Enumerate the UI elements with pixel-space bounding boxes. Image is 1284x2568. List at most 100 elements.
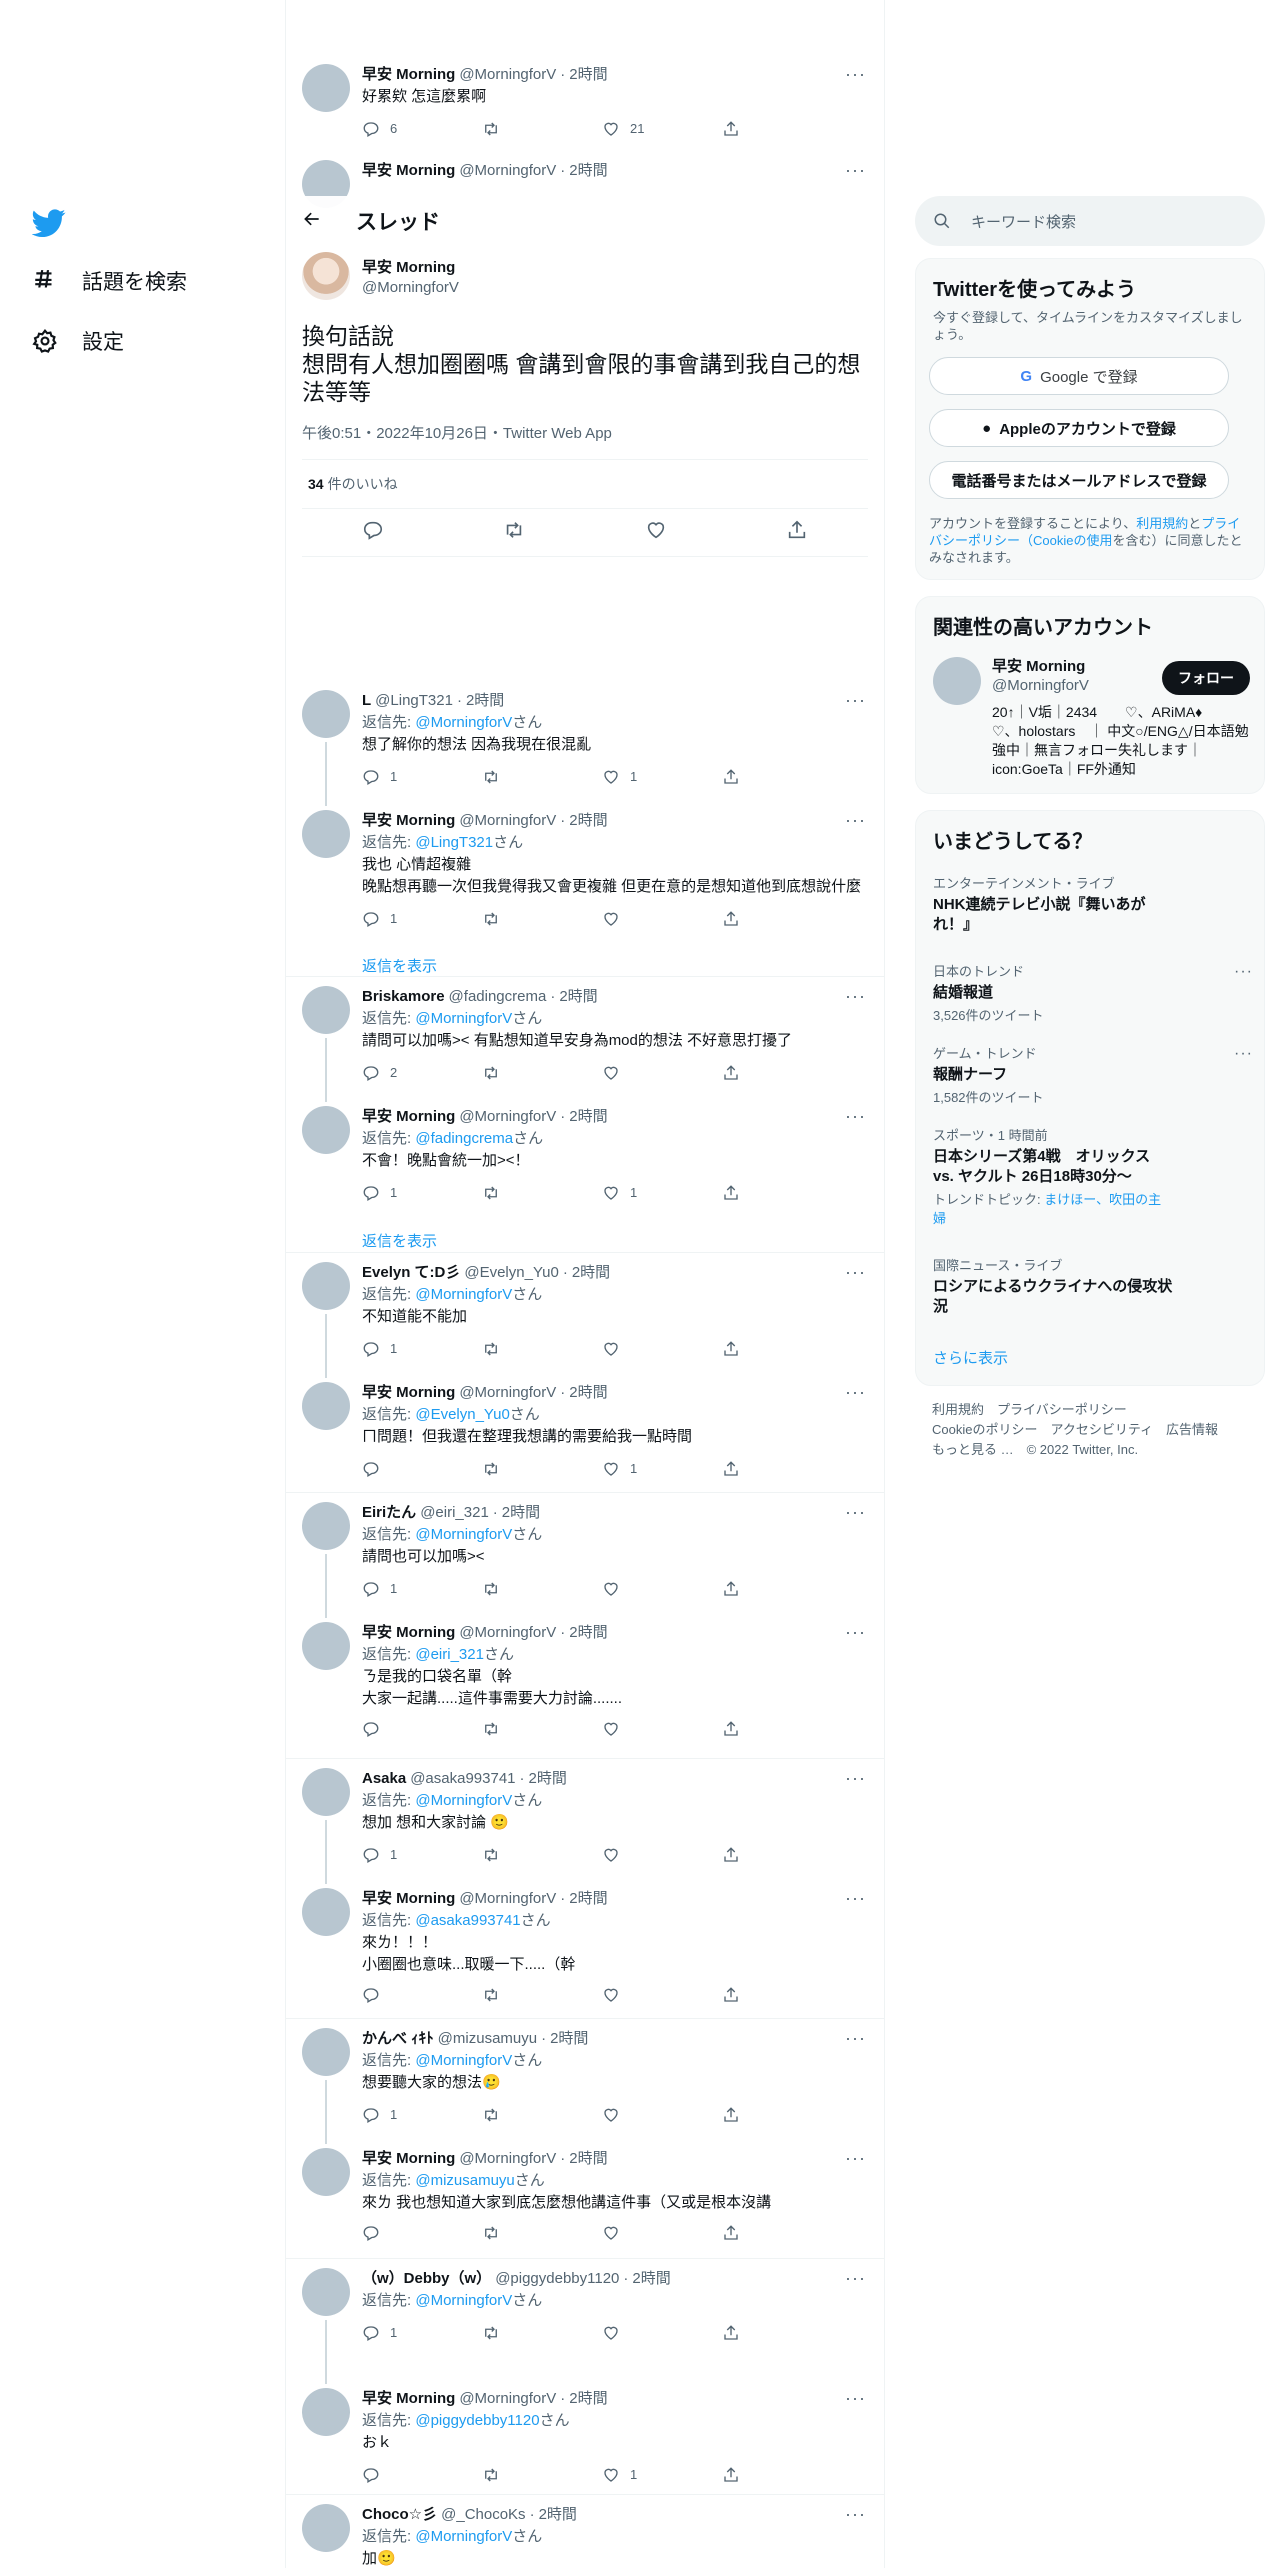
retweet-button[interactable] xyxy=(482,1062,542,1084)
retweet-button[interactable] xyxy=(482,1720,542,1738)
more-options-icon[interactable]: ··· xyxy=(845,1768,866,1789)
replying-to-handle[interactable]: @MorningforV xyxy=(415,1286,512,1303)
share-button[interactable] xyxy=(722,2224,782,2242)
reply-button[interactable]: 1 xyxy=(362,1578,422,1600)
avatar[interactable] xyxy=(302,2268,350,2316)
tweet-time[interactable]: 2時間 xyxy=(539,2504,577,2526)
share-icon[interactable] xyxy=(786,519,808,546)
author-handle[interactable]: @_ChocoKs xyxy=(441,2504,525,2526)
avatar[interactable] xyxy=(302,690,350,738)
replying-to-handle[interactable]: @eiri_321 xyxy=(415,1646,484,1663)
author-handle[interactable]: @eiri_321 xyxy=(420,1502,489,1524)
author-handle[interactable]: @MorningforV xyxy=(459,1888,556,1910)
reply-button[interactable]: 1 xyxy=(362,908,422,930)
reply-tweet[interactable]: ··· 早安 Morning @MorningforV · 2時間 返信先: @asaka… xyxy=(286,1888,884,2004)
account-handle[interactable]: @MorningforV xyxy=(992,676,1089,695)
more-options-icon[interactable]: ··· xyxy=(845,810,866,831)
retweet-button[interactable] xyxy=(482,1578,542,1600)
footer-line[interactable]: もっと見る … © 2022 Twitter, Inc. xyxy=(932,1440,1252,1460)
reply-tweet[interactable]: ··· （w）Debby（w） @piggydebby1120 · 2時間 返信先: @M… xyxy=(286,2268,884,2344)
google-signup-button[interactable]: G Google で登録 xyxy=(929,357,1229,395)
replying-to-handle[interactable]: @MorningforV xyxy=(415,1010,512,1027)
like-button[interactable]: 1 xyxy=(602,1458,662,1480)
author-handle[interactable]: @MorningforV xyxy=(362,278,459,298)
avatar[interactable] xyxy=(933,657,981,705)
replying-to-handle[interactable]: @Evelyn_Yu0 xyxy=(415,1406,509,1423)
reply-tweet[interactable]: ··· 早安 Morning @MorningforV · 2時間 返信先: @eiri_… xyxy=(286,1622,884,1738)
more-options-icon[interactable]: ··· xyxy=(1234,1045,1253,1063)
like-button[interactable] xyxy=(602,1844,662,1866)
author-name[interactable]: Evelyn て:D彡 xyxy=(362,1262,460,1284)
trend-item[interactable]: ··· ゲーム・トレンド 報酬ナーフ 1,582件のツイート xyxy=(933,1043,1253,1106)
more-options-icon[interactable]: ··· xyxy=(845,690,866,711)
avatar[interactable] xyxy=(302,986,350,1034)
author-handle[interactable]: @MorningforV xyxy=(459,2148,556,2170)
author-name[interactable]: 早安 Morning xyxy=(362,810,455,832)
tweet-time[interactable]: 2時間 xyxy=(569,160,607,182)
reply-button[interactable] xyxy=(362,2224,422,2242)
reply-button[interactable]: 1 xyxy=(362,1844,422,1866)
more-options-icon[interactable]: ··· xyxy=(845,1382,866,1403)
retweet-button[interactable] xyxy=(482,766,542,788)
reply-icon[interactable] xyxy=(362,519,384,546)
tweet-time[interactable]: 2時間 xyxy=(569,64,607,86)
share-button[interactable] xyxy=(722,1458,782,1480)
reply-button[interactable] xyxy=(362,1720,422,1738)
like-button[interactable]: 1 xyxy=(602,766,662,788)
reply-button[interactable] xyxy=(362,1986,422,2004)
trend-item[interactable]: ··· 日本のトレンド 結婚報道 3,526件のツイート xyxy=(933,961,1253,1024)
replying-to-handle[interactable]: @LingT321 xyxy=(415,834,493,851)
author-name[interactable]: 早安 Morning xyxy=(362,160,455,182)
author-handle[interactable]: @MorningforV xyxy=(459,1382,556,1404)
share-button[interactable] xyxy=(722,1986,782,2004)
share-button[interactable] xyxy=(722,1844,782,1866)
replying-to-handle[interactable]: @fadingcrema xyxy=(415,1130,513,1147)
share-button[interactable] xyxy=(722,1338,782,1360)
tweet-time[interactable]: 2時間 xyxy=(569,1888,607,1910)
retweet-button[interactable] xyxy=(482,118,542,140)
search-input[interactable]: キーワード検索 xyxy=(971,211,1076,232)
like-button[interactable] xyxy=(602,1720,662,1738)
reply-tweet[interactable]: ··· 早安 Morning @MorningforV · 2時間 返信先: @fadin… xyxy=(286,1106,884,1204)
author-handle[interactable]: @LingT321 xyxy=(375,690,453,712)
author-name[interactable]: Choco☆彡 xyxy=(362,2504,437,2526)
author-name[interactable]: 早安 Morning xyxy=(362,1888,455,1910)
like-button[interactable] xyxy=(602,908,662,930)
twitter-logo-icon[interactable] xyxy=(31,206,66,240)
retweet-button[interactable] xyxy=(482,1986,542,2004)
reply-tweet[interactable]: ··· L @LingT321 · 2時間 返信先: @MorningforVさん 想了解你… xyxy=(286,690,884,788)
reply-button[interactable]: 1 xyxy=(362,1338,422,1360)
author-name[interactable]: Eiriたん xyxy=(362,1502,416,1524)
retweet-icon[interactable] xyxy=(503,519,525,546)
tweet-metadata[interactable]: 午後0:51・2022年10月26日・Twitter Web App xyxy=(302,422,612,443)
more-options-icon[interactable]: ··· xyxy=(845,160,866,181)
like-button[interactable] xyxy=(602,1986,662,2004)
avatar[interactable] xyxy=(302,1622,350,1670)
reply-button[interactable] xyxy=(362,2464,422,2486)
tweet-time[interactable]: 2時間 xyxy=(569,2148,607,2170)
author-handle[interactable]: @asaka993741 xyxy=(410,1768,515,1790)
retweet-button[interactable] xyxy=(482,1458,542,1480)
account-name[interactable]: 早安 Morning xyxy=(992,657,1089,676)
more-options-icon[interactable]: ··· xyxy=(845,1106,866,1127)
likes-summary[interactable]: 34 件のいいね xyxy=(302,459,868,509)
share-button[interactable] xyxy=(722,118,782,140)
avatar[interactable] xyxy=(302,1382,350,1430)
author-name[interactable]: 早安 Morning xyxy=(362,1106,455,1128)
footer-line[interactable]: 利用規約 プライバシーポリシー xyxy=(932,1400,1252,1420)
replying-to-handle[interactable]: @mizusamuyu xyxy=(415,2172,514,2189)
replying-to-handle[interactable]: @MorningforV xyxy=(415,2528,512,2545)
nav-explore[interactable]: 話題を検索 xyxy=(32,266,187,296)
author-name[interactable]: かんべ ｨｷﾄ xyxy=(362,2028,434,2050)
reply-button[interactable]: 2 xyxy=(362,1062,422,1084)
reply-tweet[interactable]: ··· Choco☆彡 @_ChocoKs · 2時間 返信先: @MorningforV… xyxy=(286,2504,884,2568)
author-handle[interactable]: @piggydebby1120 xyxy=(495,2268,619,2290)
retweet-button[interactable] xyxy=(482,1182,542,1204)
more-options-icon[interactable]: ··· xyxy=(1234,963,1253,981)
share-button[interactable] xyxy=(722,766,782,788)
author-handle[interactable]: @MorningforV xyxy=(459,1622,556,1644)
retweet-button[interactable] xyxy=(482,2224,542,2242)
author-name[interactable]: 早安 Morning xyxy=(362,64,455,86)
author-handle[interactable]: @MorningforV xyxy=(459,2388,556,2410)
phone-email-signup-button[interactable]: 電話番号またはメールアドレスで登録 xyxy=(929,461,1229,499)
